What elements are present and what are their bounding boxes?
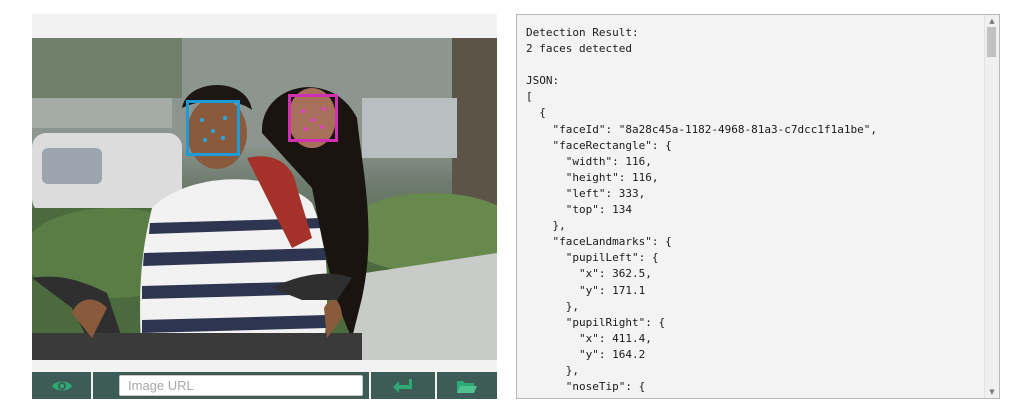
- photo: [32, 38, 497, 360]
- landmark-mouth-left: [304, 127, 308, 131]
- browse-file-button[interactable]: [437, 372, 497, 399]
- folder-open-icon: [457, 380, 477, 393]
- photo-image: [32, 38, 497, 360]
- image-panel: [32, 14, 497, 399]
- landmark-mouth-right: [221, 136, 225, 140]
- image-url-input[interactable]: [119, 375, 363, 396]
- face-detection-app: Detection Result: 2 faces detected JSON:…: [0, 0, 1024, 409]
- toolbar: [32, 372, 497, 399]
- landmark-mouth-right: [320, 125, 324, 129]
- face-rectangle-2: [288, 94, 338, 142]
- view-button[interactable]: [32, 372, 91, 399]
- scroll-up-icon[interactable]: ▲: [985, 15, 999, 27]
- landmark-mouth-left: [203, 138, 207, 142]
- landmark-pupil-left: [301, 109, 305, 113]
- detection-result-text: Detection Result: 2 faces detected JSON:…: [526, 26, 877, 394]
- detection-result-panel[interactable]: Detection Result: 2 faces detected JSON:…: [516, 14, 1000, 399]
- submit-url-button[interactable]: [371, 372, 435, 399]
- landmark-pupil-right: [322, 107, 326, 111]
- landmark-nose-tip: [311, 118, 315, 122]
- landmark-pupil-left: [200, 118, 204, 122]
- vertical-scrollbar[interactable]: ▲ ▼: [984, 15, 999, 398]
- landmark-nose-tip: [211, 129, 215, 133]
- scroll-down-icon[interactable]: ▼: [985, 386, 999, 398]
- enter-arrow-icon: [393, 378, 412, 393]
- landmark-pupil-right: [223, 116, 227, 120]
- scroll-thumb[interactable]: [987, 27, 996, 57]
- eye-icon: [51, 381, 72, 390]
- url-input-container: [93, 372, 369, 399]
- face-rectangle-1: [186, 100, 240, 156]
